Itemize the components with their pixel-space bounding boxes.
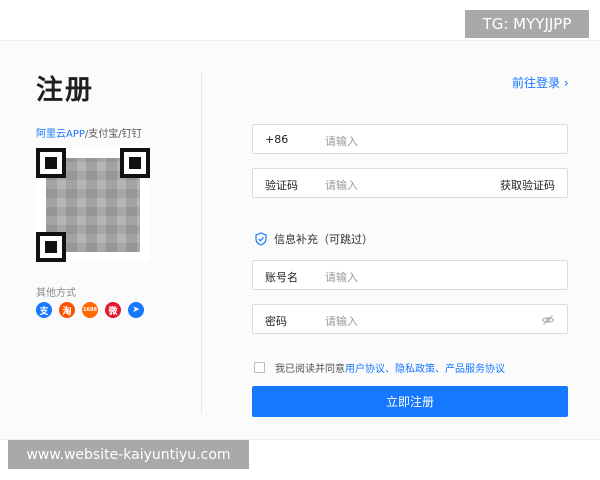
code-field[interactable]: 验证码 请输入 获取验证码 bbox=[252, 168, 568, 198]
info-section: 信息补充（可跳过） bbox=[254, 231, 373, 247]
taobao-icon[interactable]: 淘 bbox=[59, 302, 75, 318]
other-methods-label: 其他方式 bbox=[36, 288, 76, 299]
site-watermark: www.website-kaiyuntiyu.com bbox=[8, 440, 249, 469]
agree-checkbox[interactable] bbox=[254, 362, 265, 373]
get-code-button[interactable]: 获取验证码 bbox=[500, 177, 555, 193]
aliyun-app-link[interactable]: 阿里云APP bbox=[36, 129, 85, 140]
dingtalk-icon[interactable]: ➤ bbox=[128, 302, 144, 318]
alipay-icon[interactable]: 支 bbox=[36, 302, 52, 318]
info-section-label: 信息补充（可跳过） bbox=[274, 233, 373, 246]
qr-code bbox=[36, 148, 150, 262]
code-placeholder: 请输入 bbox=[325, 179, 358, 192]
qr-finder bbox=[120, 148, 150, 178]
qr-finder bbox=[36, 148, 66, 178]
phone-field[interactable]: +86 请输入 bbox=[252, 124, 568, 154]
weibo-icon[interactable]: 微 bbox=[105, 302, 121, 318]
qr-finder bbox=[36, 232, 66, 262]
social-login-list: 支淘 1688 微 ➤ bbox=[36, 302, 144, 318]
password-placeholder: 请输入 bbox=[325, 315, 358, 328]
register-button[interactable]: 立即注册 bbox=[252, 386, 568, 417]
account-field[interactable]: 账号名 请输入 bbox=[252, 260, 568, 290]
password-label: 密码 bbox=[265, 315, 287, 328]
panel-divider bbox=[201, 72, 202, 414]
qr-app-hint: 阿里云APP/支付宝/钉钉 bbox=[36, 129, 142, 140]
country-code[interactable]: +86 bbox=[265, 133, 288, 146]
agreement-links[interactable]: 用户协议、隐私政策、产品服务协议 bbox=[345, 364, 505, 375]
agree-text: 我已阅读并同意 bbox=[275, 364, 345, 375]
account-placeholder: 请输入 bbox=[325, 271, 358, 284]
eye-hidden-icon[interactable] bbox=[541, 313, 555, 327]
1688-icon[interactable]: 1688 bbox=[82, 302, 98, 318]
page-title: 注册 bbox=[36, 75, 94, 106]
go-login-link[interactable]: 前往登录 › bbox=[512, 74, 569, 91]
account-label: 账号名 bbox=[265, 271, 298, 284]
agreement-row: 我已阅读并同意用户协议、隐私政策、产品服务协议 bbox=[254, 360, 505, 375]
code-label: 验证码 bbox=[265, 179, 298, 192]
password-field[interactable]: 密码 请输入 bbox=[252, 304, 568, 334]
tg-watermark: TG: MYYJJPP bbox=[465, 10, 589, 38]
shield-check-icon bbox=[255, 232, 267, 246]
phone-placeholder: 请输入 bbox=[325, 135, 358, 148]
